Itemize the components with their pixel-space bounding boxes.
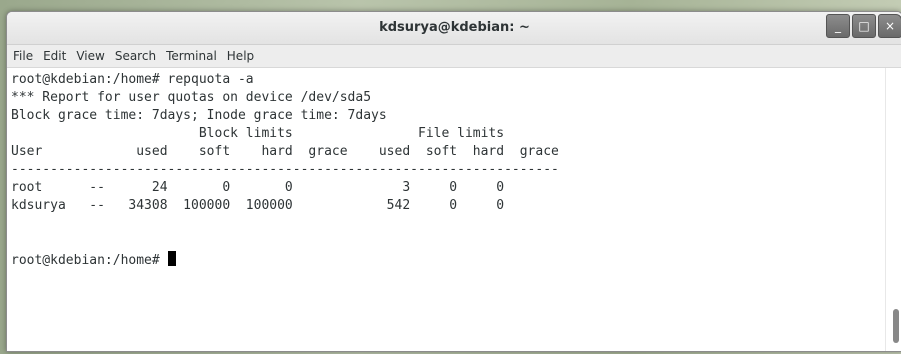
terminal-window[interactable]: kdsurya@kdebian: ~ _ □ × File Edit View … (6, 11, 901, 352)
terminal-cursor (167, 251, 176, 266)
scrollbar[interactable] (885, 68, 901, 351)
menu-view[interactable]: View (71, 45, 109, 67)
terminal-output: root@kdebian:/home# repquota -a *** Repo… (11, 71, 559, 270)
menu-search[interactable]: Search (110, 45, 161, 67)
terminal-line: Block limits File limits (11, 126, 505, 141)
window-controls: _ □ × (824, 14, 901, 40)
terminal-prompt: root@kdebian:/home# (11, 253, 168, 268)
terminal-line: Block grace time: 7days; Inode grace tim… (11, 108, 387, 123)
terminal-area[interactable]: root@kdebian:/home# repquota -a *** Repo… (7, 68, 885, 351)
terminal-line: ----------------------------------------… (11, 162, 559, 177)
terminal-line: User used soft hard grace used soft hard… (11, 144, 559, 159)
terminal-line: kdsurya -- 34308 100000 100000 542 0 0 (11, 198, 505, 213)
menu-edit[interactable]: Edit (38, 45, 71, 67)
terminal-line: root@kdebian:/home# repquota -a (11, 72, 254, 87)
scrollbar-thumb[interactable] (893, 309, 899, 343)
maximize-button[interactable]: □ (852, 14, 876, 38)
window-title: kdsurya@kdebian: ~ (379, 20, 530, 35)
menu-file[interactable]: File (7, 45, 38, 67)
terminal-line: root -- 24 0 0 3 0 0 (11, 180, 505, 195)
close-button[interactable]: × (878, 14, 901, 38)
menu-bar: File Edit View Search Terminal Help (7, 45, 901, 68)
menu-terminal[interactable]: Terminal (161, 45, 222, 67)
title-bar[interactable]: kdsurya@kdebian: ~ _ □ × (7, 12, 901, 45)
menu-help[interactable]: Help (222, 45, 259, 67)
minimize-button[interactable]: _ (826, 14, 850, 38)
terminal-line: *** Report for user quotas on device /de… (11, 90, 372, 105)
